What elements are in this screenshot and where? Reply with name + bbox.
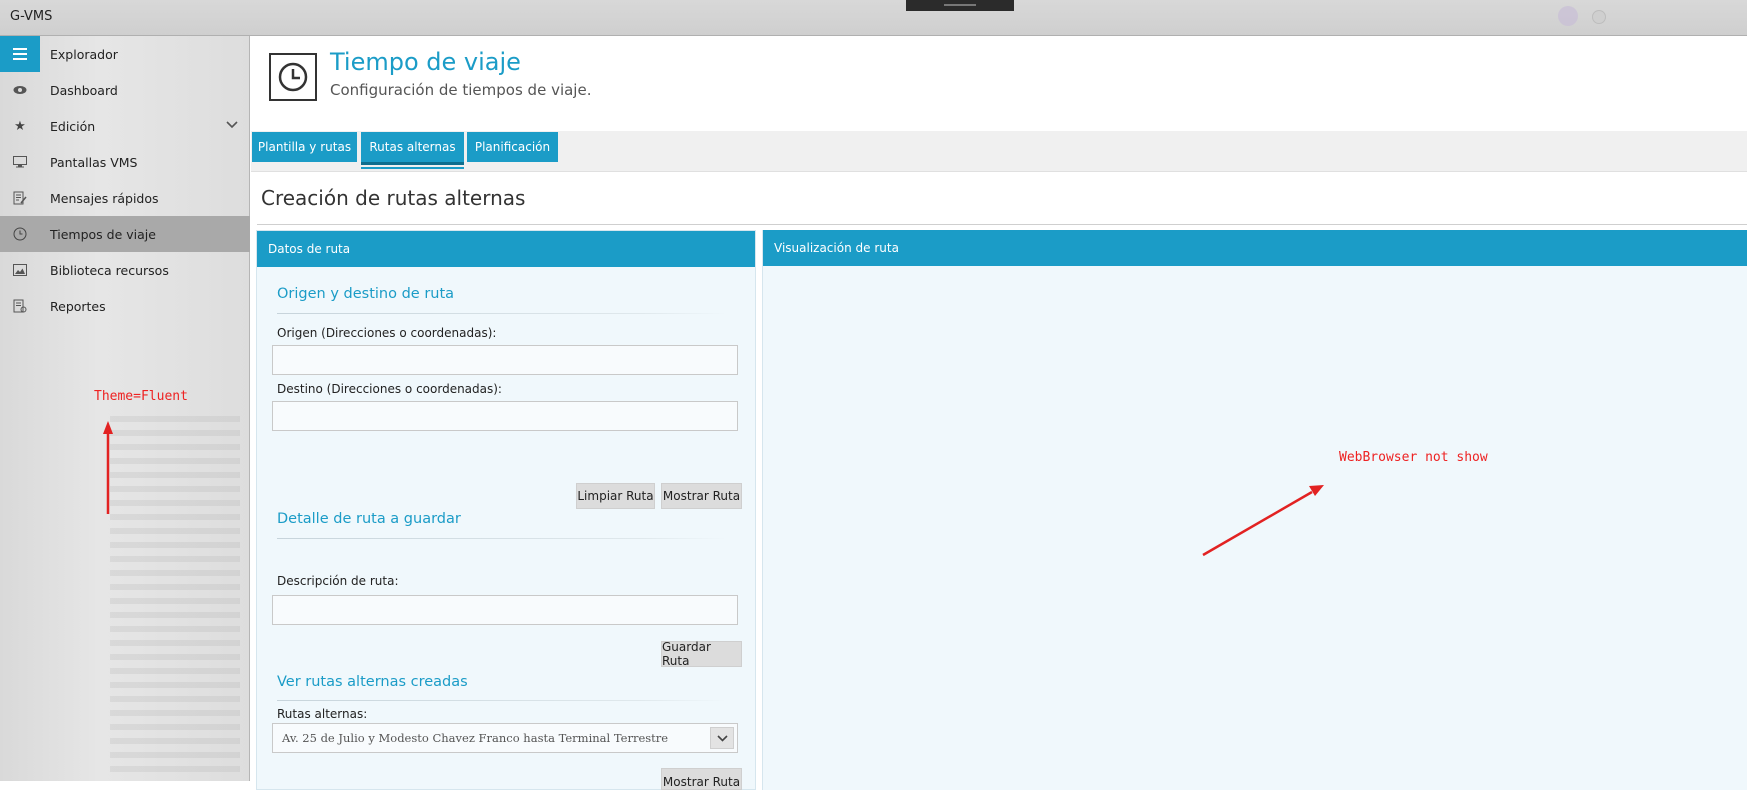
show-alternate-route-button[interactable]: Mostrar Ruta <box>661 768 742 790</box>
clock-icon <box>269 53 317 101</box>
sidebar-item-label: Mensajes rápidos <box>50 190 159 206</box>
section-title: Creación de rutas alternas <box>261 186 526 210</box>
user-avatar[interactable] <box>1558 6 1578 26</box>
sidebar-item-mensajes-rapidos[interactable]: Mensajes rápidos <box>0 180 250 216</box>
annotation-theme-note: Theme=Fluent <box>94 389 188 404</box>
eye-icon <box>0 72 40 108</box>
sidebar-item-label: Dashboard <box>50 82 118 98</box>
report-icon <box>0 288 40 324</box>
subsection-divider <box>277 700 727 701</box>
save-route-button[interactable]: Guardar Ruta <box>661 640 742 668</box>
map-webbrowser-area[interactable] <box>763 266 1747 790</box>
page-title: Tiempo de viaje <box>330 48 521 76</box>
route-description-input[interactable] <box>272 595 738 625</box>
tab-planificacion[interactable]: Planificación <box>467 132 558 162</box>
clear-route-button[interactable]: Limpiar Ruta <box>576 483 655 509</box>
alternate-routes-heading: Ver rutas alternas creadas <box>277 674 468 690</box>
chevron-down-icon[interactable] <box>710 727 734 749</box>
sidebar-item-label: Biblioteca recursos <box>50 262 169 278</box>
sidebar-item-dashboard[interactable]: Dashboard <box>0 72 250 108</box>
sidebar-item-label: Edición <box>50 118 96 134</box>
page-subtitle: Configuración de tiempos de viaje. <box>330 81 592 99</box>
app-title: G-VMS <box>10 9 53 24</box>
tab-rutas-alternas[interactable]: Rutas alternas <box>361 132 464 169</box>
panel-header: Visualización de ruta <box>763 230 1747 266</box>
panel-header: Datos de ruta <box>257 231 755 267</box>
main-content: Tiempo de viaje Configuración de tiempos… <box>251 36 1747 790</box>
subsection-divider <box>277 538 727 539</box>
sidebar-item-edicion[interactable]: ★ Edición <box>0 108 250 144</box>
sidebar-item-label: Explorador <box>50 46 118 62</box>
tab-plantilla-y-rutas[interactable]: Plantilla y rutas <box>252 132 357 162</box>
window-titlebar: G-VMS <box>0 0 1747 36</box>
route-description-label: Descripción de ruta: <box>277 574 399 588</box>
route-visualization-panel: Visualización de ruta <box>762 230 1747 790</box>
sidebar-item-label: Pantallas VMS <box>50 154 138 170</box>
sidebar: Explorador Dashboard ★ Edición Pantallas… <box>0 36 250 781</box>
origin-input[interactable] <box>272 345 738 375</box>
origin-label: Origen (Direcciones o coordenadas): <box>277 326 497 340</box>
chevron-down-icon[interactable] <box>226 119 238 132</box>
section-divider <box>257 224 1747 225</box>
background-blur <box>110 416 240 776</box>
sidebar-item-pantallas-vms[interactable]: Pantallas VMS <box>0 144 250 180</box>
route-detail-heading: Detalle de ruta a guardar <box>277 511 461 527</box>
show-route-button[interactable]: Mostrar Ruta <box>661 483 742 509</box>
window-drag-handle[interactable] <box>906 0 1014 11</box>
image-icon <box>0 252 40 288</box>
clock-icon <box>0 216 40 252</box>
sidebar-item-label: Reportes <box>50 298 106 314</box>
edit-doc-icon <box>0 180 40 216</box>
sidebar-item-label: Tiempos de viaje <box>50 226 156 242</box>
sidebar-item-tiempos-de-viaje[interactable]: Tiempos de viaje <box>0 216 250 252</box>
sidebar-item-reportes[interactable]: Reportes <box>0 288 250 324</box>
destination-label: Destino (Direcciones o coordenadas): <box>277 382 502 396</box>
tab-bar: Plantilla y rutas Rutas alternas Planifi… <box>251 131 1747 172</box>
subsection-divider <box>277 313 727 314</box>
sidebar-item-explorador[interactable]: Explorador <box>0 36 250 72</box>
window-control[interactable] <box>1592 10 1606 24</box>
route-data-panel: Datos de ruta Origen y destino de ruta O… <box>256 230 756 790</box>
sidebar-item-biblioteca-recursos[interactable]: Biblioteca recursos <box>0 252 250 288</box>
alternate-routes-label: Rutas alternas: <box>277 707 368 721</box>
monitor-icon <box>0 144 40 180</box>
destination-input[interactable] <box>272 401 738 431</box>
alternate-routes-select[interactable]: Av. 25 de Julio y Modesto Chavez Franco … <box>272 723 738 753</box>
hamburger-icon[interactable] <box>0 36 40 72</box>
selected-route-value: Av. 25 de Julio y Modesto Chavez Franco … <box>282 731 669 745</box>
origin-destination-heading: Origen y destino de ruta <box>277 286 455 302</box>
annotation-browser-note: WebBrowser not show <box>1339 450 1488 465</box>
star-icon: ★ <box>14 118 26 134</box>
